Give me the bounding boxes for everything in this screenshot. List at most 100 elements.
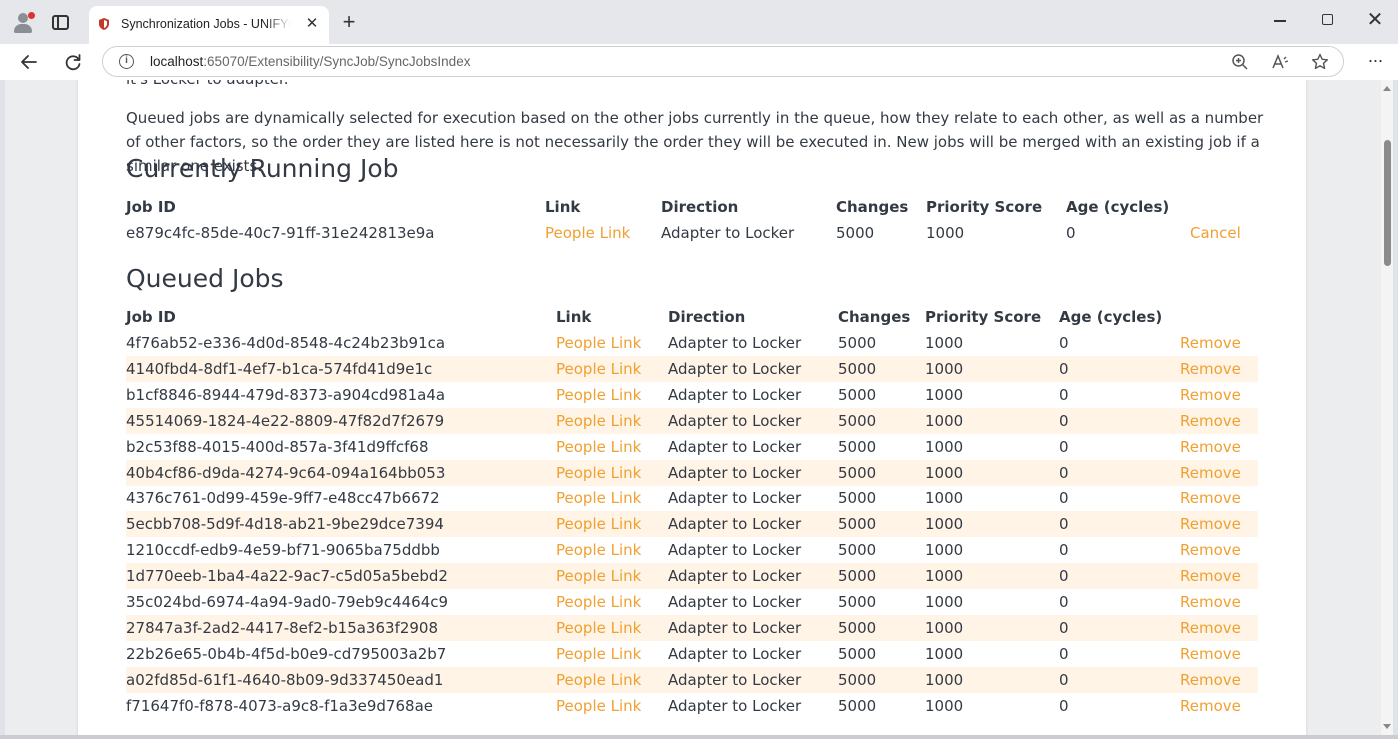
job-id: 4140fbd4-8df1-4ef7-b1ca-574fd41d9e1c (126, 359, 433, 378)
priority-score: 1000 (925, 411, 964, 430)
favorite-icon[interactable] (1309, 51, 1331, 73)
profile-icon[interactable] (10, 10, 36, 36)
changes: 5000 (838, 593, 877, 611)
minimize-icon[interactable] (1274, 20, 1286, 22)
remove-button[interactable]: Remove (1180, 541, 1241, 559)
remove-button[interactable]: Remove (1180, 645, 1241, 663)
remove-button[interactable]: Remove (1180, 360, 1241, 378)
people-link[interactable]: People Link (556, 541, 641, 559)
people-link[interactable]: People Link (556, 515, 641, 533)
changes: 5000 (838, 618, 877, 637)
scrollbar-thumb[interactable] (1384, 140, 1391, 266)
people-link[interactable]: People Link (556, 671, 641, 689)
remove-button[interactable]: Remove (1180, 386, 1241, 404)
people-link[interactable]: People Link (556, 489, 641, 507)
new-tab-button[interactable]: + (338, 11, 360, 33)
col-job-id: Job ID (126, 308, 176, 326)
direction: Adapter to Locker (668, 670, 802, 689)
people-link[interactable]: People Link (556, 438, 641, 456)
running-job-row: e879c4fc-85de-40c7-91ff-31e242813e9a Peo… (126, 220, 1258, 246)
refresh-icon[interactable] (60, 49, 86, 75)
people-link[interactable]: People Link (556, 360, 641, 378)
remove-button[interactable]: Remove (1180, 334, 1241, 352)
changes: 5000 (838, 489, 877, 508)
remove-button[interactable]: Remove (1180, 515, 1241, 533)
close-icon[interactable]: ✕ (1364, 9, 1386, 31)
remove-button[interactable]: Remove (1180, 567, 1241, 585)
address-bar[interactable]: i localhost:65070/Extensibility/SyncJob/… (102, 46, 1344, 77)
col-direction: Direction (661, 198, 739, 216)
info-icon[interactable]: i (119, 54, 134, 69)
queued-job-row: 1d770eeb-1ba4-4a22-9ac7-c5d05a5bebd2 Peop… (126, 563, 1258, 590)
more-icon[interactable]: ··· (1362, 49, 1388, 75)
remove-button[interactable]: Remove (1180, 697, 1241, 715)
scroll-down-icon[interactable] (1383, 724, 1391, 729)
partially-visible-text: it's Locker to adapter. (126, 80, 289, 88)
people-link[interactable]: People Link (556, 412, 641, 430)
age: 0 (1059, 489, 1069, 508)
remove-button[interactable]: Remove (1180, 412, 1241, 430)
remove-button[interactable]: Remove (1180, 593, 1241, 611)
direction: Adapter to Locker (668, 385, 802, 404)
changes: 5000 (836, 224, 875, 242)
queued-job-row: b2c53f88-4015-400d-857a-3f41d9ffcf68 Peop… (126, 434, 1258, 460)
priority-score: 1000 (926, 224, 965, 242)
changes: 5000 (838, 644, 877, 663)
changes: 5000 (838, 567, 877, 586)
page-scrollbar[interactable] (1381, 80, 1393, 735)
direction: Adapter to Locker (668, 334, 802, 352)
browser-tab[interactable]: Synchronization Jobs - UNIFYConnect ✕ (89, 6, 329, 44)
zoom-icon[interactable] (1229, 51, 1251, 73)
col-age: Age (cycles) (1066, 198, 1170, 216)
url-text[interactable]: localhost:65070/Extensibility/SyncJob/Sy… (150, 54, 470, 69)
direction: Adapter to Locker (668, 696, 802, 715)
age: 0 (1059, 515, 1069, 534)
scroll-up-icon[interactable] (1383, 86, 1391, 91)
people-link[interactable]: People Link (556, 593, 641, 611)
col-priority: Priority Score (925, 308, 1042, 326)
priority-score: 1000 (925, 385, 964, 404)
remove-button[interactable]: Remove (1180, 619, 1241, 637)
page-viewport: it's Locker to adapter. Queued jobs are … (5, 80, 1393, 735)
priority-score: 1000 (925, 541, 964, 560)
changes: 5000 (838, 670, 877, 689)
read-aloud-icon[interactable] (1269, 51, 1291, 73)
queued-job-row: 4140fbd4-8df1-4ef7-b1ca-574fd41d9e1c Peop… (126, 355, 1258, 382)
cancel-button[interactable]: Cancel (1190, 224, 1241, 242)
people-link[interactable]: People Link (556, 619, 641, 637)
people-link[interactable]: People Link (545, 224, 630, 242)
col-direction: Direction (668, 308, 746, 326)
job-id: 4f76ab52-e336-4d0d-8548-4c24b23b91ca (126, 334, 446, 352)
direction: Adapter to Locker (668, 437, 802, 456)
age: 0 (1059, 411, 1069, 430)
tab-actions-icon[interactable] (52, 15, 69, 30)
direction: Adapter to Locker (668, 567, 802, 586)
queued-header-row: Job ID Link Direction Changes Priority S… (126, 304, 1258, 330)
remove-button[interactable]: Remove (1180, 438, 1241, 456)
people-link[interactable]: People Link (556, 464, 641, 482)
remove-button[interactable]: Remove (1180, 489, 1241, 507)
col-changes: Changes (838, 308, 911, 326)
tab-title: Synchronization Jobs - UNIFYConnect (121, 17, 291, 31)
people-link[interactable]: People Link (556, 386, 641, 404)
people-link[interactable]: People Link (556, 334, 641, 352)
back-icon[interactable] (16, 49, 42, 75)
remove-button[interactable]: Remove (1180, 464, 1241, 482)
close-tab-icon[interactable]: ✕ (303, 15, 321, 33)
people-link[interactable]: People Link (556, 567, 641, 585)
people-link[interactable]: People Link (556, 697, 641, 715)
age: 0 (1059, 437, 1069, 456)
age: 0 (1059, 385, 1069, 404)
content-card: it's Locker to adapter. Queued jobs are … (78, 80, 1306, 735)
priority-score: 1000 (925, 334, 964, 352)
job-id: b2c53f88-4015-400d-857a-3f41d9ffcf68 (126, 437, 429, 456)
age: 0 (1059, 696, 1069, 715)
maximize-icon[interactable] (1322, 14, 1333, 25)
job-id: 27847a3f-2ad2-4417-8ef2-b15a363f2908 (126, 618, 439, 637)
age: 0 (1059, 670, 1069, 689)
col-link: Link (545, 198, 581, 216)
people-link[interactable]: People Link (556, 645, 641, 663)
remove-button[interactable]: Remove (1180, 671, 1241, 689)
changes: 5000 (838, 541, 877, 560)
direction: Adapter to Locker (668, 644, 802, 663)
